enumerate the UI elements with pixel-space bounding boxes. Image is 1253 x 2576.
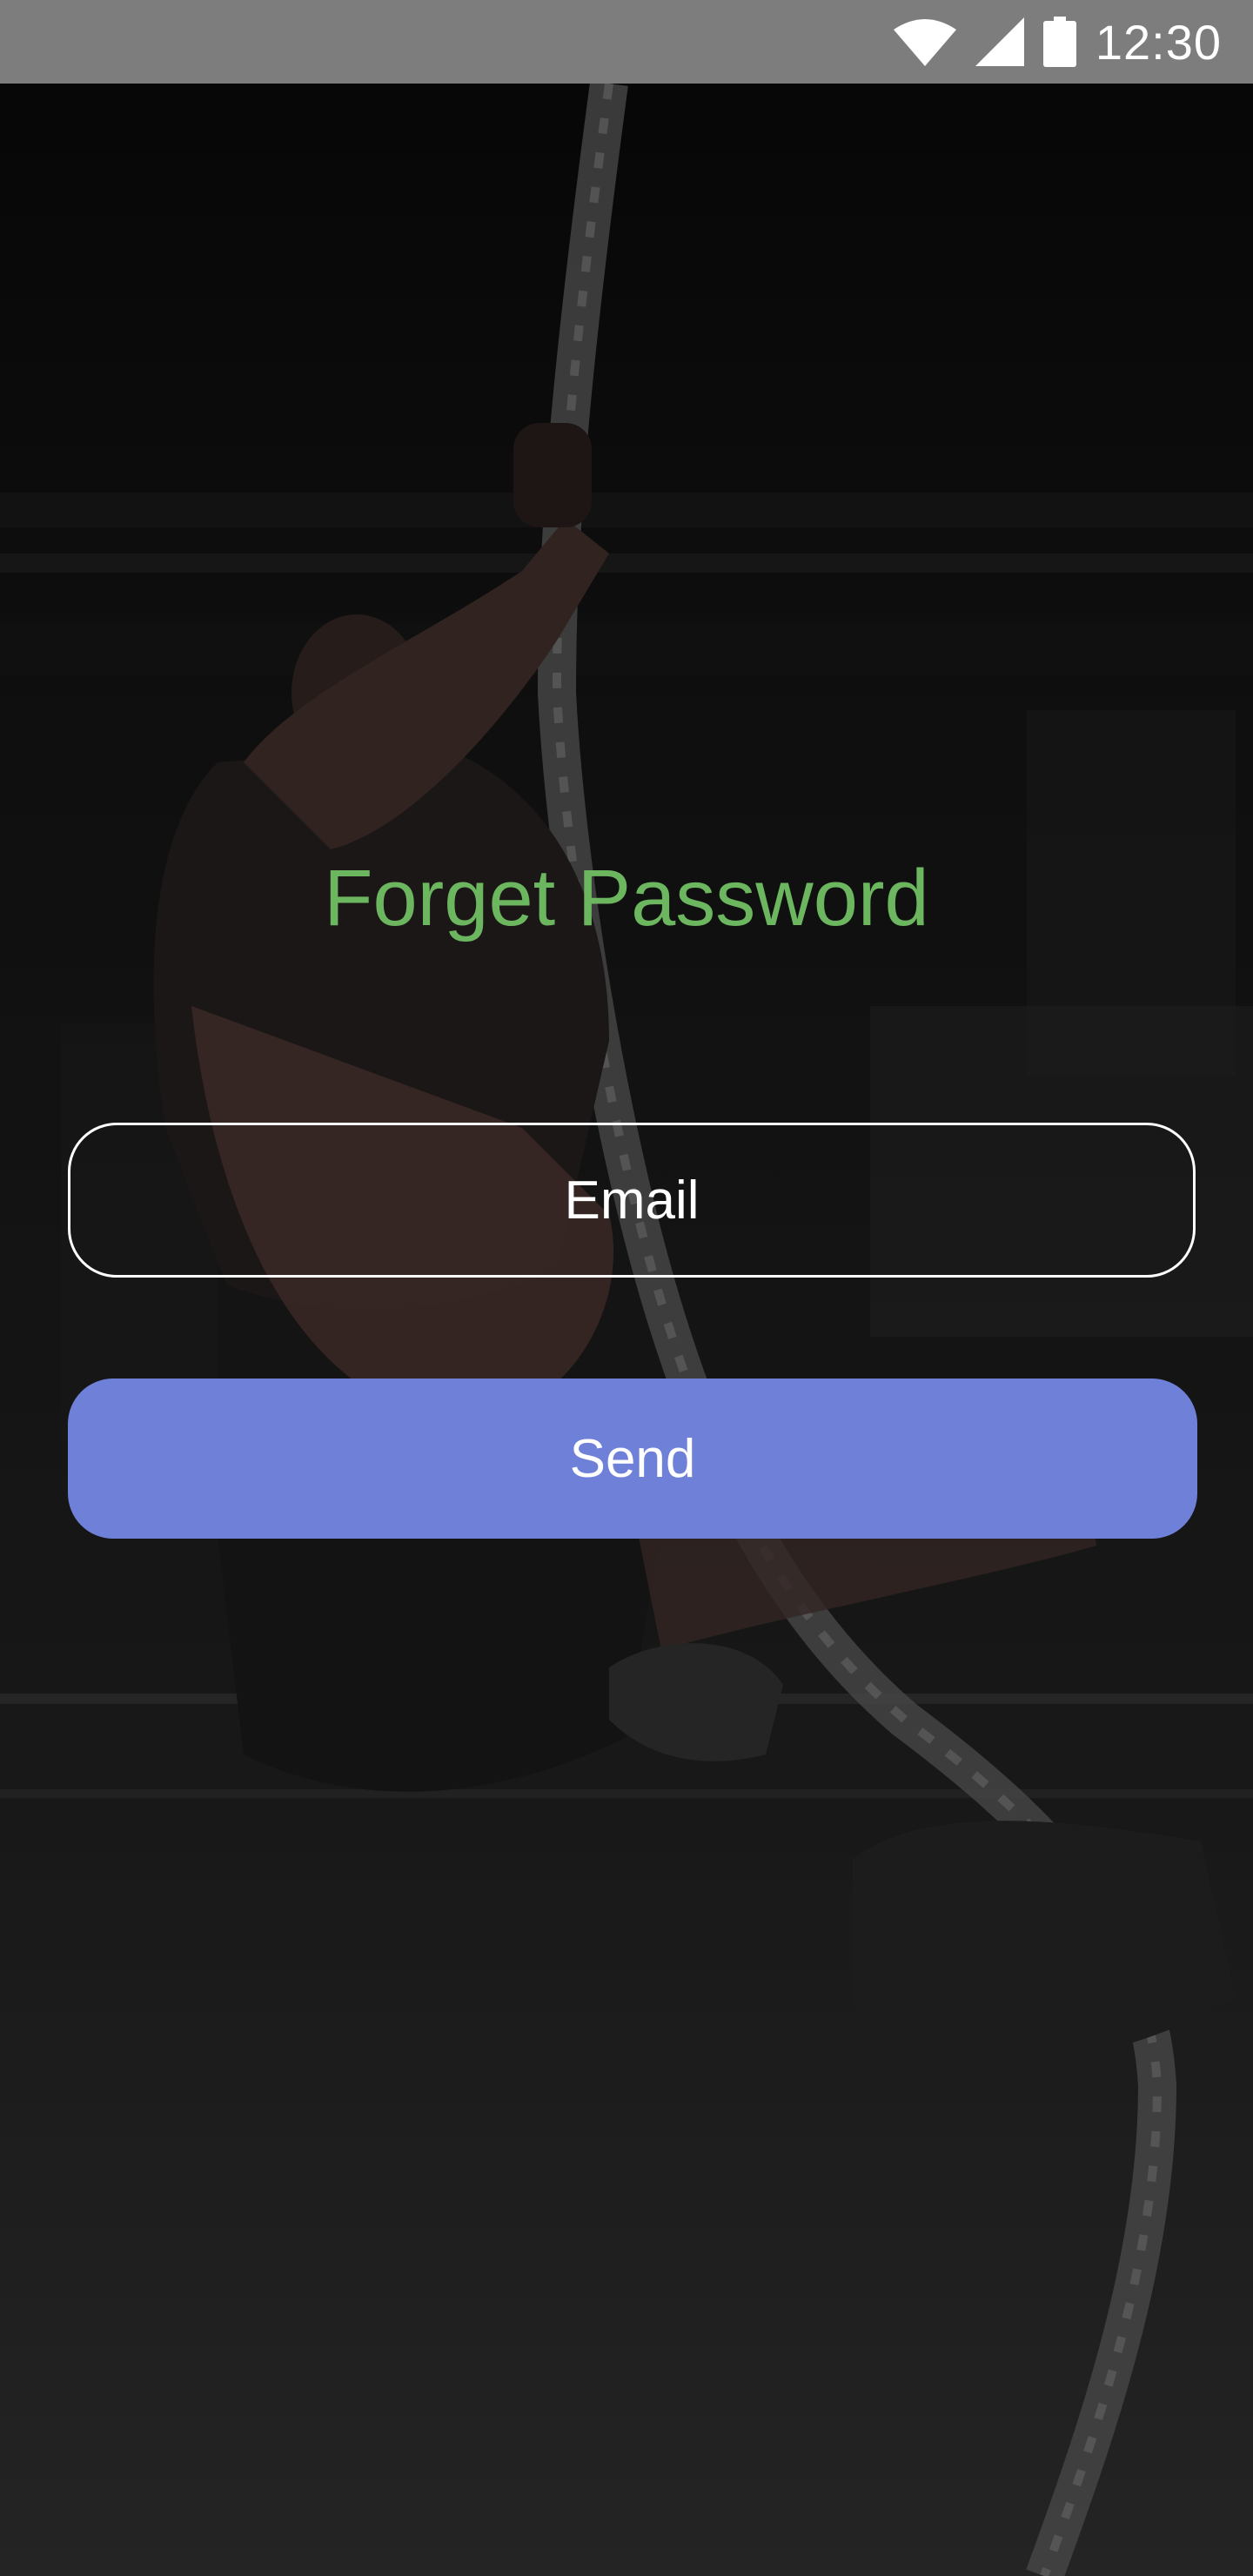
battery-icon [1042,17,1076,67]
cellular-signal-icon [975,17,1024,66]
page-title: Forget Password [324,854,929,943]
email-field[interactable] [68,1123,1196,1278]
forgot-password-screen: 12:30 Forget Password Email Send [0,0,1253,2576]
status-bar: 12:30 [0,0,1253,84]
status-icons: 12:30 [893,0,1222,84]
background-photo [0,84,1253,2576]
send-button[interactable]: Send [68,1379,1197,1539]
wifi-icon [893,17,956,66]
status-time: 12:30 [1095,14,1222,70]
